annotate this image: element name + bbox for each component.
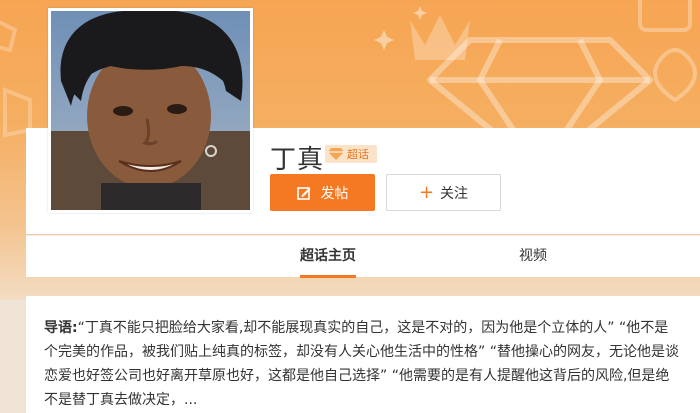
post-button[interactable]: 发帖 [270, 174, 375, 211]
intro-box: 导语:“丁真不能只把脸给大家看,却不能展现真实的自己，这是不对的，因为他是个立体… [26, 296, 700, 413]
intro-paragraph: 导语:“丁真不能只把脸给大家看,却不能展现真实的自己，这是不对的，因为他是个立体… [44, 316, 682, 412]
super-topic-badge: 超话 [325, 145, 377, 163]
tab-video[interactable]: 视频 [519, 236, 547, 278]
intro-label: 导语: [44, 320, 78, 336]
badge-label: 超话 [347, 148, 369, 161]
follow-button[interactable]: + 关注 [386, 174, 501, 211]
avatar[interactable] [48, 8, 253, 213]
intro-text: “丁真不能只把脸给大家看,却不能展现真实的自己，这是不对的，因为他是个立体的人”… [44, 320, 679, 408]
diamond-icon [328, 148, 344, 160]
topic-name: 丁真 [270, 145, 325, 175]
plus-icon: + [418, 181, 435, 203]
tab-home[interactable]: 超话主页 [300, 236, 356, 278]
post-button-label: 发帖 [320, 185, 349, 202]
tab-bar: 超话主页 视频 [26, 235, 700, 278]
edit-icon [296, 186, 310, 200]
follow-button-label: 关注 [440, 185, 469, 202]
avatar-image [51, 11, 250, 210]
